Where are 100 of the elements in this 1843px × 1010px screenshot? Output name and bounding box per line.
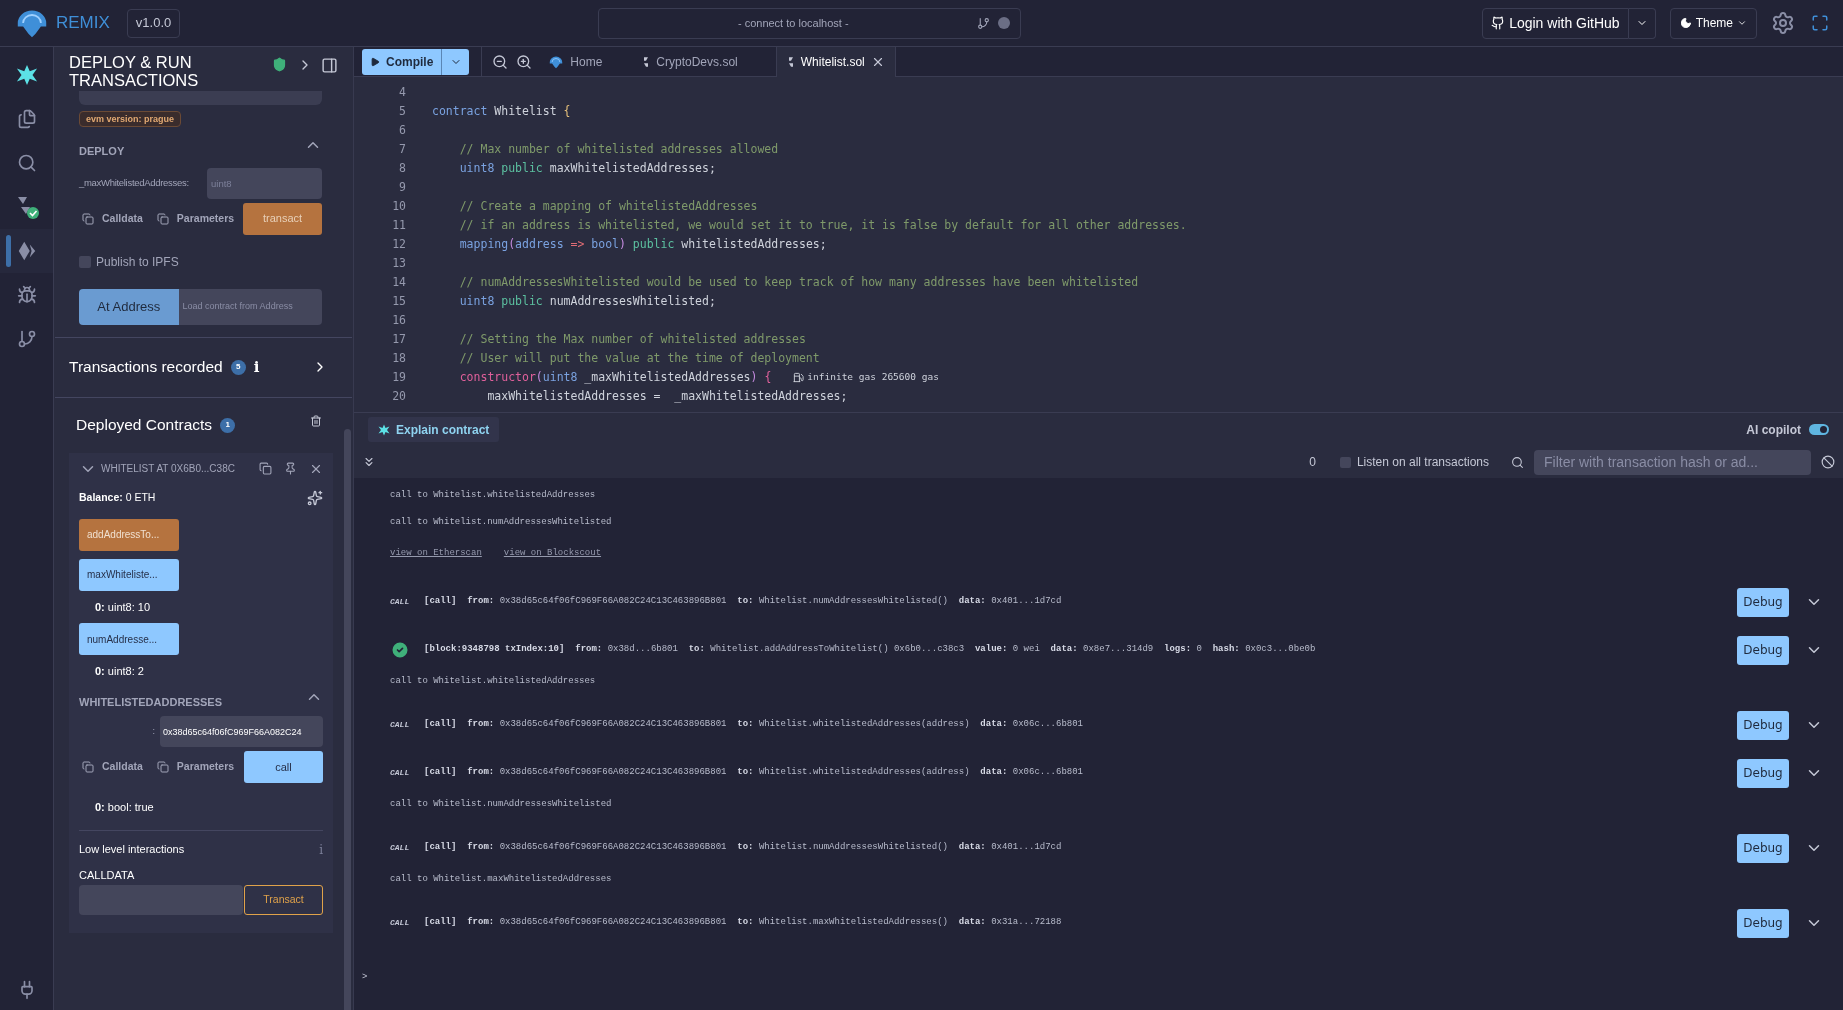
debug-button[interactable]: Debug [1737,710,1789,740]
function-result: 0: uint8: 10 [95,599,152,615]
transaction-log: [call] from: 0x38d65c64f06fC969F66A082C24C13C463896B801 to: Whitelist.numAddressesWhitelisted() data: 0x401...1d7cd [424,595,1062,609]
info-icon[interactable]: i [253,355,260,379]
panel-toggle-icon[interactable] [321,57,338,74]
compile-options-button[interactable] [441,48,470,75]
contract-title[interactable]: WHITELIST AT 0X6B0...C38C [101,461,235,476]
argument-input[interactable]: 0x38d65c64f06fC969F66A082C24 [160,716,323,747]
code-line: contract Whitelist { [432,102,571,120]
shield-icon[interactable] [272,57,287,72]
line-number: 18 [391,349,406,367]
copy-icon[interactable] [82,761,94,773]
call-button[interactable]: call [244,751,323,783]
line-number: 15 [391,292,406,310]
call-label: CALL [390,917,411,929]
calldata-link[interactable]: Calldata [102,759,143,775]
ai-star-icon[interactable] [378,423,390,436]
line-number: 14 [391,273,406,291]
settings-icon[interactable] [1771,11,1795,35]
connection-field[interactable]: - connect to localhost - [598,7,1022,39]
editor-tab[interactable]: Home [538,46,613,77]
log-line: call to Whitelist.whitelistedAddresses [390,488,596,502]
trash-icon[interactable] [310,415,322,427]
log-line: call to Whitelist.numAddressesWhitelisted [390,797,612,811]
version-label: v1.0.0 [126,8,181,38]
checkbox[interactable] [79,255,91,268]
debug-button[interactable]: Debug [1737,635,1789,665]
debug-button[interactable]: Debug [1737,587,1789,617]
explorer-link[interactable]: view on Etherscan [390,547,482,561]
function-result: 0: bool: true [95,800,155,815]
debug-button[interactable]: Debug [1737,908,1789,938]
login-button[interactable]: Login with GitHub [1482,7,1629,39]
call-label: CALL [390,767,411,779]
scrollbar[interactable] [344,429,351,1010]
address-input[interactable]: Load contract from Address [178,288,322,325]
clear-icon[interactable] [1821,455,1835,469]
at-address-button[interactable]: At Address [79,288,179,325]
code-line: // numAddressesWhitelisted would be used to keep track of how many addresses have been whitelisted [458,273,1139,291]
function-heading: WHITELISTEDADDRESSES [79,694,222,710]
files-icon[interactable] [16,109,37,129]
theme-button[interactable]: Theme [1669,7,1757,39]
editor-tab[interactable]: CryptoDevs.sol [632,46,748,77]
calldata-label: CALLDATA [79,867,136,883]
app-logo-text: REMIX [56,12,110,35]
debug-button[interactable]: Debug [1737,833,1789,863]
fullscreen-icon[interactable] [1811,14,1829,32]
line-number: 19 [391,368,406,386]
transaction-log: [call] from: 0x38d65c64f06fC969F66A082C24C13C463896B801 to: Whitelist.whitelistedAddresses(address) data: 0x06c...6b801 [424,718,1083,732]
parameters-link[interactable]: Parameters [176,759,235,775]
check-circle-icon [390,640,410,660]
rail-item[interactable] [0,229,53,273]
copilot-toggle[interactable] [1809,424,1829,435]
solidity-file-icon [786,55,795,68]
line-number: 16 [391,311,406,329]
copy-icon[interactable] [82,212,94,225]
argument-label: : [152,724,155,738]
editor-tab[interactable]: Whitelist.sol [775,46,896,77]
count-badge: 1 [220,417,236,433]
git-branch-icon[interactable] [16,329,37,349]
call-label: CALL [390,719,411,731]
explorer-link[interactable]: view on Blockscout [503,547,602,561]
calldata-input[interactable] [79,885,243,915]
search-icon[interactable] [16,153,37,173]
bug-icon[interactable] [16,285,37,305]
parameters-link[interactable]: Parameters [176,210,235,227]
calldata-link[interactable]: Calldata [102,210,143,227]
fuel-icon [793,372,805,383]
line-number: 17 [391,330,406,348]
section-title[interactable]: Transactions recorded [69,355,223,379]
search-icon [1511,455,1524,469]
parameter-label: _maxWhitelistedAddresses: [79,175,189,190]
play-icon [370,56,380,67]
code-line: maxWhitelistedAddresses = _maxWhitelistedAddresses; [486,387,848,405]
function-button[interactable]: maxWhiteliste... [79,558,179,591]
section-title: Deployed Contracts [76,415,213,436]
transact-button[interactable]: Transact [244,885,323,915]
code-line: constructor(uint8 _maxWhitelistedAddresses) { [458,368,772,386]
code-line: // if an address is whitelisted, we would set it to true, it is false by default for all other addresses. [458,216,1187,234]
function-button[interactable]: numAddresse... [79,623,179,655]
collapse-icon[interactable] [362,455,376,469]
line-number: 10 [391,197,406,215]
zoom-in-icon[interactable] [516,53,533,70]
copy-icon[interactable] [156,212,169,225]
line-number: 11 [391,216,406,234]
debug-button[interactable]: Debug [1737,758,1789,788]
line-number: 20 [391,387,406,405]
ai-star-icon[interactable] [15,64,38,86]
terminal-prompt[interactable]: > [362,971,1823,985]
code-line: // Max number of whitelisted addresses allowed [458,140,779,158]
compile-button[interactable]: Compile [362,48,442,75]
pin-icon[interactable] [284,462,297,475]
sparkles-icon[interactable] [307,489,323,506]
copy-icon[interactable] [156,761,169,773]
explain-contract-button[interactable]: Explain contract [368,417,500,442]
checkbox[interactable] [1339,456,1351,468]
moon-icon [1679,17,1692,29]
filter-input[interactable]: Filter with transaction hash or ad... [1534,449,1811,475]
code-line: uint8 public numAddressesWhitelisted; [458,292,716,310]
zoom-out-icon[interactable] [492,53,509,70]
copy-icon[interactable] [259,462,272,475]
